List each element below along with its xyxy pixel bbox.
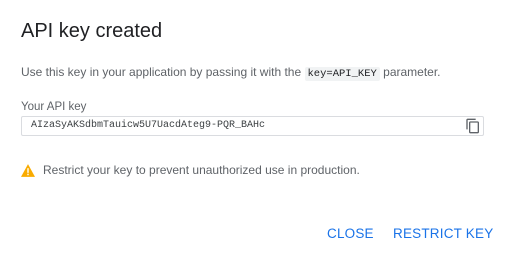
description-code: key=API_KEY bbox=[304, 67, 380, 81]
api-key-value[interactable]: AIzaSyAKSdbmTauicw5U7UacdAteg9-PQR_BAHc bbox=[31, 119, 265, 133]
dialog-actions: CLOSE RESTRICT KEY bbox=[0, 224, 506, 246]
warning-text: Restrict your key to prevent unauthorize… bbox=[43, 163, 360, 177]
api-key-field[interactable]: AIzaSyAKSdbmTauicw5U7UacdAteg9-PQR_BAHc bbox=[21, 116, 484, 136]
warning-row: Restrict your key to prevent unauthorize… bbox=[21, 162, 360, 178]
copy-icon[interactable] bbox=[465, 118, 481, 134]
dialog-description: Use this key in your application by pass… bbox=[21, 64, 441, 82]
description-prefix: Use this key in your application by pass… bbox=[21, 65, 302, 79]
close-button[interactable]: CLOSE bbox=[327, 224, 374, 244]
restrict-key-button[interactable]: RESTRICT KEY bbox=[393, 224, 493, 244]
api-key-dialog: API key created Use this key in your app… bbox=[0, 0, 506, 260]
warning-icon bbox=[21, 163, 35, 177]
api-key-label: Your API key bbox=[21, 101, 87, 113]
dialog-title: API key created bbox=[21, 20, 163, 42]
description-suffix: parameter. bbox=[383, 65, 441, 79]
